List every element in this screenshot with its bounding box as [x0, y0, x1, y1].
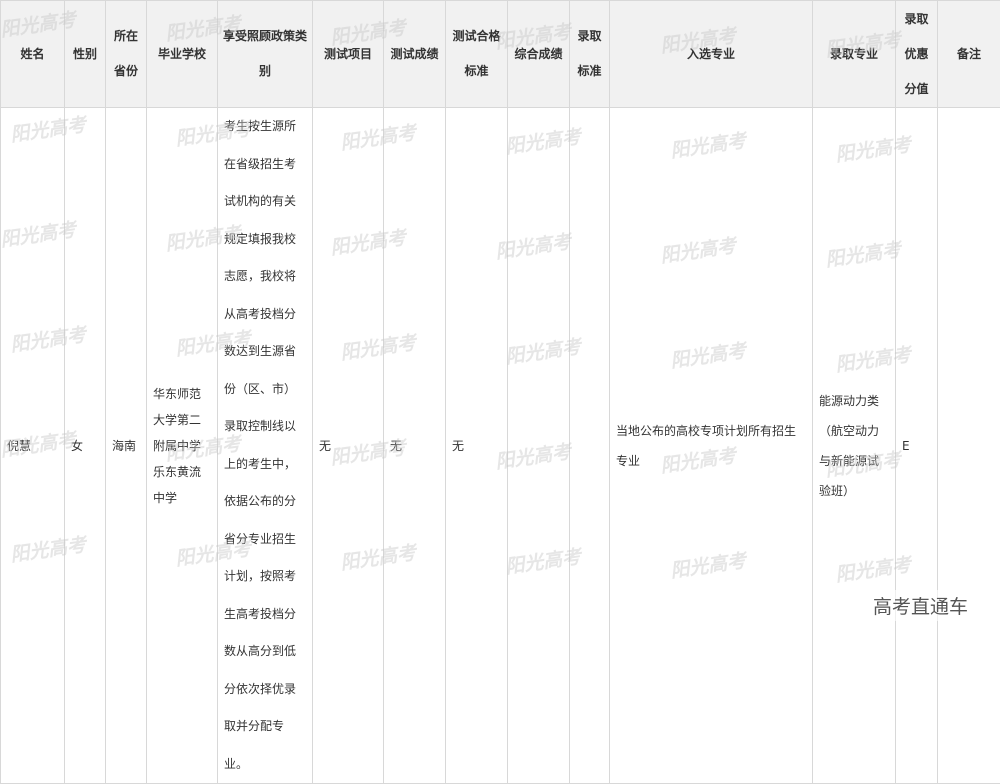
cell-province: 海南	[106, 108, 147, 784]
header-selected-major: 入选专业	[610, 1, 813, 108]
header-total-score: 综合成绩	[508, 1, 570, 108]
brand-watermark: 高考直通车	[869, 590, 972, 621]
admission-table: 姓名 性别 所在省份 毕业学校 享受照顾政策类别 测试项目 测试成绩 测试合格标…	[0, 0, 1000, 784]
table-row: 倪慧 女 海南 华东师范大学第二附属中学乐东黄流中学 考生按生源所在省级招生考试…	[1, 108, 1000, 784]
cell-test-score: 无	[384, 108, 446, 784]
cell-gender: 女	[65, 108, 106, 784]
cell-bonus: E	[896, 108, 938, 784]
cell-total-score	[508, 108, 570, 784]
cell-admit-major: 能源动力类（航空动力与新能源试验班）	[813, 108, 896, 784]
header-admit-standard: 录取标准	[570, 1, 610, 108]
cell-school: 华东师范大学第二附属中学乐东黄流中学	[147, 108, 218, 784]
cell-name: 倪慧	[1, 108, 65, 784]
cell-test-item: 无	[313, 108, 384, 784]
cell-policy: 考生按生源所在省级招生考试机构的有关规定填报我校志愿，我校将从高考投档分数达到生…	[218, 108, 313, 784]
header-admit-major: 录取专业	[813, 1, 896, 108]
header-province: 所在省份	[106, 1, 147, 108]
cell-remark	[938, 108, 1000, 784]
header-policy: 享受照顾政策类别	[218, 1, 313, 108]
header-name: 姓名	[1, 1, 65, 108]
header-gender: 性别	[65, 1, 106, 108]
cell-admit-standard	[570, 108, 610, 784]
header-row: 姓名 性别 所在省份 毕业学校 享受照顾政策类别 测试项目 测试成绩 测试合格标…	[1, 1, 1000, 108]
header-test-standard: 测试合格标准	[446, 1, 508, 108]
cell-selected-major: 当地公布的高校专项计划所有招生专业	[610, 108, 813, 784]
header-remark: 备注	[938, 1, 1000, 108]
header-school: 毕业学校	[147, 1, 218, 108]
header-test-score: 测试成绩	[384, 1, 446, 108]
cell-test-standard: 无	[446, 108, 508, 784]
header-test-item: 测试项目	[313, 1, 384, 108]
header-bonus: 录取优惠分值	[896, 1, 938, 108]
